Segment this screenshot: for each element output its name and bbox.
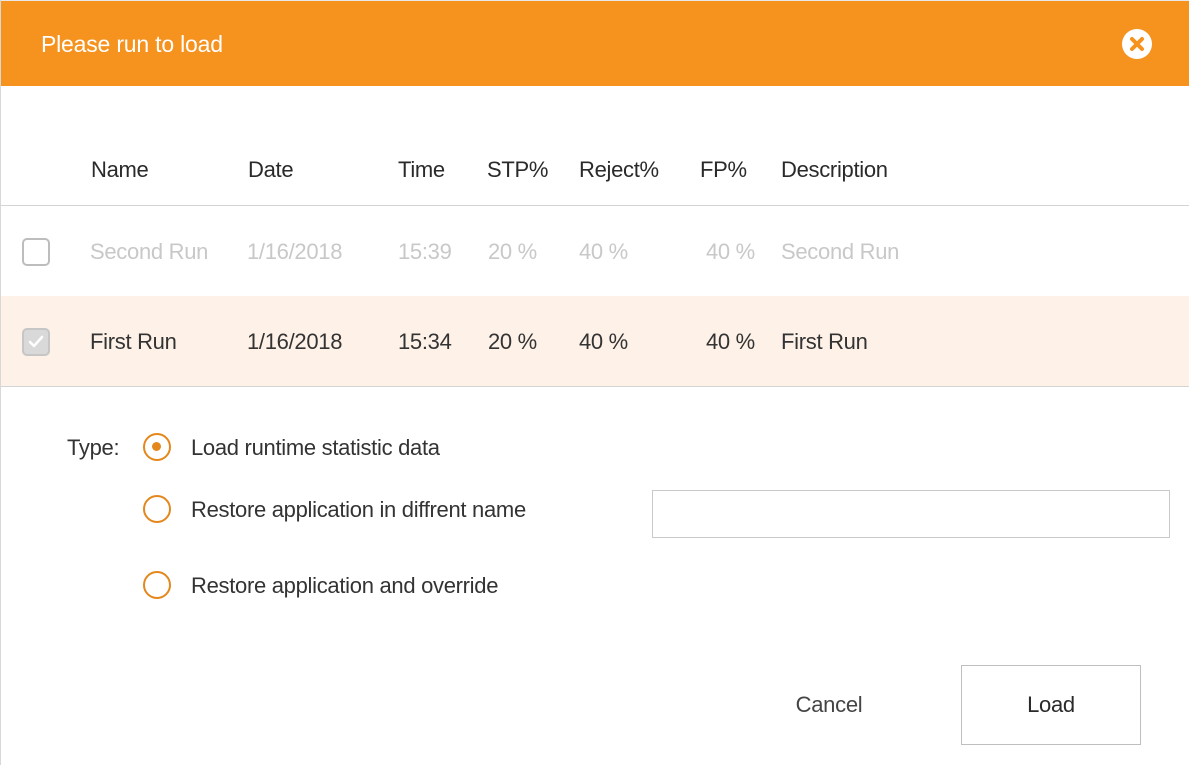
column-header-fp[interactable]: FP% <box>700 157 747 183</box>
radio-label-restore-different-name[interactable]: Restore application in diffrent name <box>191 497 526 523</box>
cell-reject: 40 % <box>579 329 628 354</box>
row-checkbox[interactable] <box>22 238 50 266</box>
column-header-name[interactable]: Name <box>91 157 149 183</box>
table-header: Name Date Time STP% Reject% FP% Descript… <box>1 120 1189 206</box>
table-row[interactable]: Second Run 1/16/2018 15:39 20 % 40 % 40 … <box>1 206 1189 296</box>
radio-restore-override[interactable] <box>143 571 171 599</box>
cell-description: Second Run <box>781 239 900 264</box>
cell-time: 15:39 <box>398 239 452 264</box>
load-button[interactable]: Load <box>961 665 1141 745</box>
column-header-stp[interactable]: STP% <box>487 157 548 183</box>
application-name-input[interactable] <box>652 490 1170 538</box>
column-header-reject[interactable]: Reject% <box>579 157 659 183</box>
cell-stp: 20 % <box>488 329 537 354</box>
radio-label-load-runtime-data[interactable]: Load runtime statistic data <box>191 435 440 461</box>
radio-selected-dot <box>152 442 161 451</box>
cell-name: First Run <box>90 329 177 354</box>
cell-description: First Run <box>781 329 868 354</box>
column-header-date[interactable]: Date <box>248 157 294 183</box>
type-label: Type: <box>67 435 120 460</box>
dialog-title: Please run to load <box>41 31 223 57</box>
cell-name: Second Run <box>90 239 209 264</box>
cell-fp: 40 % <box>706 329 755 354</box>
radio-load-runtime-data[interactable] <box>143 433 171 461</box>
cell-date: 1/16/2018 <box>247 329 343 354</box>
cell-date: 1/16/2018 <box>247 239 343 264</box>
cell-reject: 40 % <box>579 239 628 264</box>
column-header-time[interactable]: Time <box>398 157 445 183</box>
cell-fp: 40 % <box>706 239 755 264</box>
column-header-description[interactable]: Description <box>781 157 888 183</box>
cell-stp: 20 % <box>488 239 537 264</box>
checkmark-icon <box>28 335 44 348</box>
radio-restore-different-name[interactable] <box>143 495 171 523</box>
close-icon[interactable] <box>1122 29 1152 59</box>
table-row-selected[interactable]: First Run 1/16/2018 15:34 20 % 40 % 40 %… <box>1 296 1189 387</box>
row-checkbox-checked[interactable] <box>22 328 50 356</box>
cancel-button[interactable]: Cancel <box>769 665 889 745</box>
radio-label-restore-override[interactable]: Restore application and override <box>191 573 498 599</box>
load-run-dialog: Please run to load Name Date Time STP% R… <box>0 0 1189 765</box>
cell-time: 15:34 <box>398 329 452 354</box>
dialog-header: Please run to load <box>1 0 1189 86</box>
